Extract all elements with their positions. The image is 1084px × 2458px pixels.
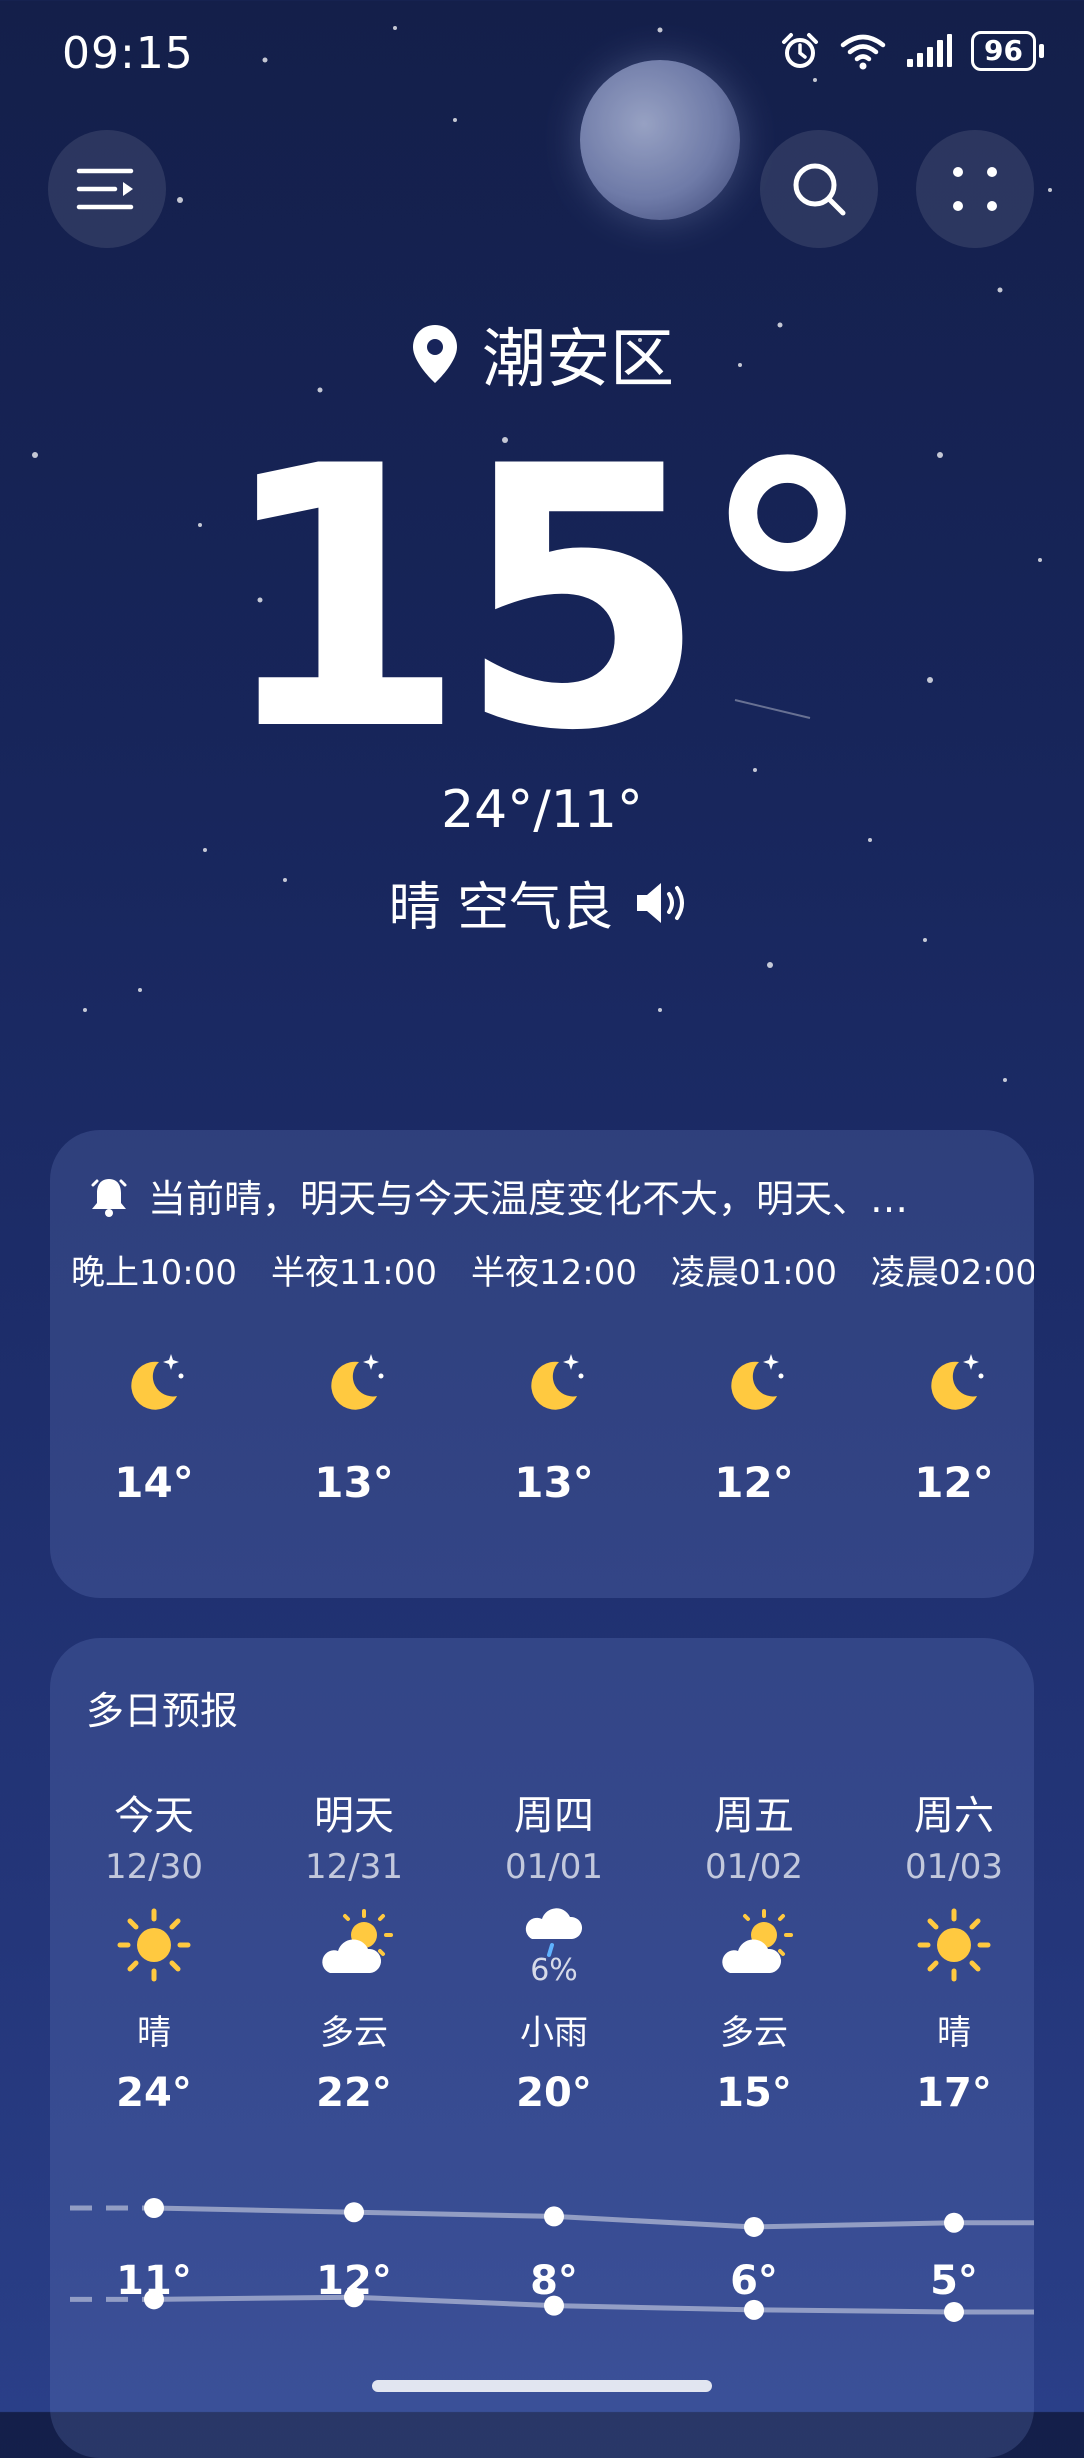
hourly-temp: 12° — [914, 1458, 994, 1507]
hourly-temp: 12° — [714, 1458, 794, 1507]
menu-icon — [76, 168, 134, 210]
high-temp-point — [544, 2206, 564, 2227]
hourly-time: 半夜12:00 — [471, 1253, 637, 1293]
high-temp-point — [344, 2202, 364, 2223]
hourly-time: 晚上10:00 — [71, 1253, 237, 1293]
moon-stars-icon — [331, 1354, 384, 1410]
temperature-trend-chart — [70, 2198, 1034, 2322]
low-temp-line — [153, 2294, 1034, 2315]
location-name: 潮安区 — [482, 323, 674, 397]
daily-forecast-card[interactable]: 多日预报 今天 12/30 晴 24° 11° 明天 12/31 多云 22° … — [50, 1638, 1034, 2458]
battery-indicator: 96 — [971, 31, 1044, 71]
hourly-item: 半夜11:00 13° — [254, 1248, 454, 1507]
condition-text: 晴 空气良 — [388, 878, 614, 938]
home-indicator[interactable] — [372, 2380, 712, 2392]
alert-text: 当前晴，明天与今天温度变化不大，明天、… — [148, 1177, 909, 1221]
current-temperature: 15° — [216, 390, 878, 809]
more-button[interactable] — [916, 130, 1034, 248]
speaker-icon[interactable] — [633, 879, 695, 927]
hourly-time: 半夜11:00 — [271, 1253, 437, 1293]
current-condition: 晴 空气良 — [0, 865, 1084, 940]
hourly-time: 凌晨02:00 — [871, 1253, 1034, 1293]
moon-stars-icon — [931, 1354, 984, 1410]
status-icons: 96 — [779, 30, 1044, 72]
four-dots-icon — [953, 167, 997, 211]
low-temp-point — [344, 2287, 364, 2308]
signal-icon — [907, 34, 953, 67]
wifi-icon — [840, 34, 886, 70]
low-temp-point — [544, 2295, 564, 2316]
high-temp-point — [744, 2216, 764, 2237]
high-temp-point — [144, 2198, 164, 2218]
hourly-temp: 14° — [114, 1458, 194, 1507]
battery-level: 96 — [971, 31, 1036, 71]
search-icon — [793, 163, 846, 216]
location-header[interactable]: 潮安区 — [0, 308, 1084, 400]
hourly-temp: 13° — [314, 1458, 394, 1507]
moon-stars-icon — [731, 1354, 784, 1410]
status-time: 09:15 — [62, 28, 194, 79]
status-bar: 09:15 96 — [0, 0, 1084, 110]
hourly-time: 凌晨01:00 — [671, 1253, 837, 1293]
hourly-item: 凌晨02:00 12° — [854, 1248, 1034, 1507]
hourly-item: 半夜12:00 13° — [454, 1248, 654, 1507]
low-temp-point — [144, 2289, 164, 2310]
hourly-item: 凌晨01:00 12° — [654, 1248, 854, 1507]
moon-stars-icon — [531, 1354, 584, 1410]
bell-icon — [91, 1178, 127, 1217]
high-low-temperature: 24°/11° — [441, 780, 643, 840]
low-temp-point — [744, 2299, 764, 2320]
hourly-temp: 13° — [514, 1458, 594, 1507]
alarm-icon — [782, 33, 819, 68]
location-pin-icon — [413, 325, 457, 383]
hourly-list[interactable]: 晚上10:00 14° 半夜11:00 13° 半夜12:00 13° 凌晨01… — [50, 1248, 1034, 1588]
moon-stars-icon — [131, 1354, 184, 1410]
high-temp-line — [153, 2205, 1034, 2230]
daily-list[interactable]: 今天 12/30 晴 24° 11° 明天 12/31 多云 22° 12° 周… — [50, 1788, 1034, 2438]
hourly-forecast-card[interactable]: 当前晴，明天与今天温度变化不大，明天、… 晚上10:00 14° 半夜11:00… — [50, 1130, 1034, 1598]
daily-forecast-title: 多日预报 — [86, 1689, 239, 1733]
menu-button[interactable] — [48, 130, 166, 248]
battery-tip — [1039, 44, 1044, 58]
weather-alert[interactable]: 当前晴，明天与今天温度变化不大，明天、… — [90, 1168, 908, 1223]
hourly-item: 晚上10:00 14° — [54, 1248, 254, 1507]
high-temp-point — [944, 2212, 964, 2233]
low-temp-point — [944, 2301, 964, 2322]
search-button[interactable] — [760, 130, 878, 248]
